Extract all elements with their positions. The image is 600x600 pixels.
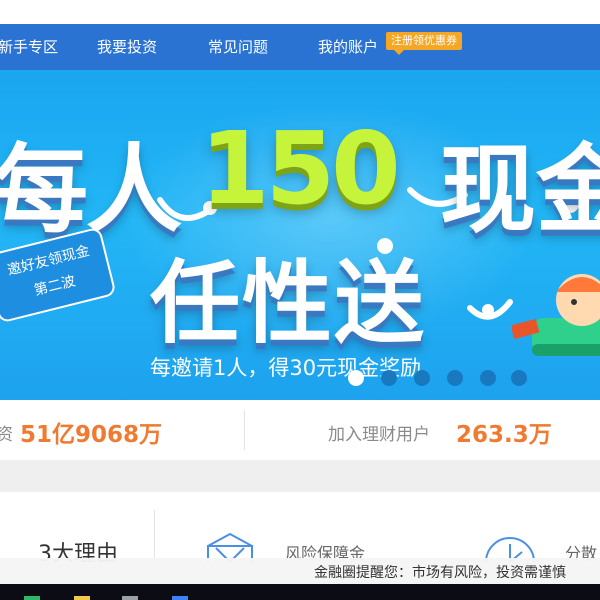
risk-notice-text: 金融圈提醒您：市场有风险，投资需谨慎 — [314, 565, 566, 581]
headline-cash: 现金 — [440, 134, 600, 246]
nav-my-account[interactable]: 我的账户 — [318, 24, 378, 70]
app-icon-green[interactable] — [24, 596, 40, 600]
stat-label-volume: 资 — [0, 425, 13, 445]
risk-notice-bar: 金融圈提醒您：市场有风险，投资需谨慎 — [0, 558, 600, 584]
browser-top-strip — [0, 0, 600, 24]
folder-icon[interactable] — [74, 596, 90, 600]
stat-value-users: 263.3万 — [456, 422, 552, 448]
main-nav: 新手专区 我要投资 常见问题 我的账户 — [0, 24, 600, 70]
app-icon-blue[interactable] — [172, 596, 188, 600]
carousel-dot-4[interactable] — [447, 370, 463, 386]
platform-stats: 资 51亿9068万 加入理财用户 263.3万 — [0, 400, 600, 460]
carousel-dot-5[interactable] — [480, 370, 496, 386]
headline-amount: 150 — [200, 110, 401, 227]
os-taskbar — [0, 584, 600, 600]
stat-label-users: 加入理财用户 — [328, 425, 430, 445]
nav-faq[interactable]: 常见问题 — [208, 24, 268, 70]
app-icon-gray[interactable] — [122, 596, 138, 600]
carousel-dot-3[interactable] — [414, 370, 430, 386]
reasons-divider — [154, 510, 155, 562]
carousel-dot-2[interactable] — [381, 370, 397, 386]
nav-newbie[interactable]: 新手专区 — [0, 24, 58, 70]
section-gap — [0, 460, 600, 492]
register-coupon-badge[interactable]: 注册领优惠券 — [386, 32, 462, 55]
reasons-section: 3大理由 风险保障金 分散 — [0, 492, 600, 562]
stat-value-volume: 51亿9068万 — [20, 422, 163, 448]
nav-invest[interactable]: 我要投资 — [97, 24, 157, 70]
carousel-dot-6[interactable] — [511, 370, 527, 386]
headline-giveaway: 任性送 — [150, 251, 426, 356]
promo-banner[interactable]: 每人 150 现金 任性送 邀好友领现金 第二波 每邀请1人，得30元现金奖励 — [0, 70, 600, 400]
carousel-dot-1[interactable] — [348, 370, 364, 386]
stat-divider — [244, 410, 245, 450]
